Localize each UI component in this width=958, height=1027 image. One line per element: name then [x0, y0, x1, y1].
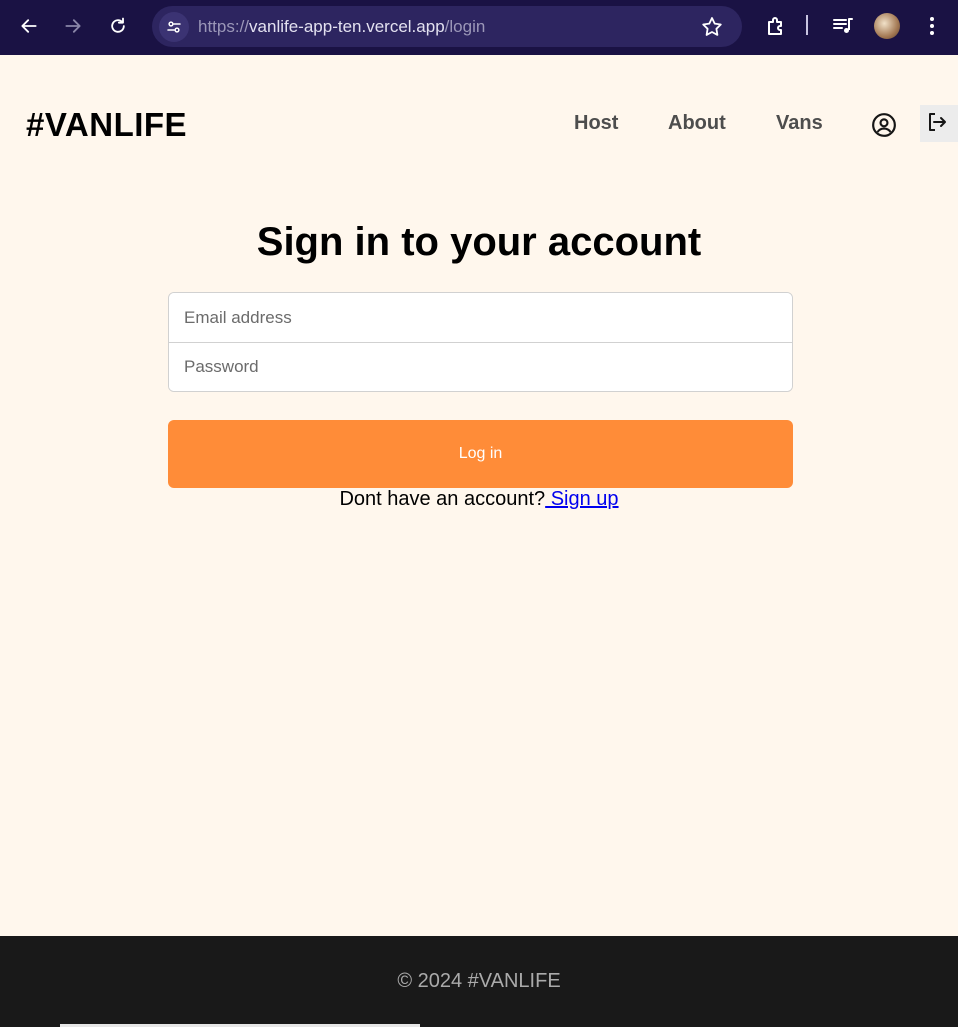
- site-settings-icon[interactable]: [159, 12, 189, 42]
- address-bar[interactable]: https://vanlife-app-ten.vercel.app/login: [152, 6, 742, 47]
- footer: © 2024 #VANLIFE: [0, 936, 958, 1027]
- arrow-left-icon: [21, 19, 37, 33]
- logout-icon: [929, 112, 946, 131]
- page-title: Sign in to your account: [256, 220, 702, 264]
- signup-prompt: Dont have an account? Sign up: [0, 488, 958, 511]
- browser-toolbar: https://vanlife-app-ten.vercel.app/login: [0, 0, 958, 55]
- user-account-icon[interactable]: [871, 112, 897, 138]
- nav-link-about[interactable]: About: [668, 112, 726, 135]
- reload-button[interactable]: [104, 12, 132, 40]
- nav-link-vans[interactable]: Vans: [776, 112, 823, 135]
- more-menu-icon[interactable]: [920, 14, 944, 38]
- signup-prompt-text: Dont have an account?: [339, 488, 546, 510]
- arrow-right-icon: [65, 19, 81, 33]
- site-logo[interactable]: #VANLIFE: [26, 106, 187, 144]
- password-field[interactable]: [169, 342, 792, 391]
- footer-copyright: © 2024 #VANLIFE: [397, 970, 561, 992]
- login-form: [168, 292, 793, 392]
- page-content: #VANLIFE Host About Vans Sign in to your…: [0, 55, 958, 936]
- forward-button[interactable]: [59, 12, 87, 40]
- back-button[interactable]: [15, 12, 43, 40]
- login-button[interactable]: Log in: [168, 420, 793, 488]
- url-text: https://vanlife-app-ten.vercel.app/login: [198, 17, 486, 36]
- logout-button[interactable]: [920, 105, 958, 142]
- nav-link-host[interactable]: Host: [574, 112, 618, 135]
- email-field[interactable]: [169, 293, 792, 342]
- bookmark-star-icon[interactable]: [700, 15, 724, 39]
- reload-icon: [111, 17, 125, 33]
- signup-link[interactable]: Sign up: [545, 488, 619, 510]
- media-queue-icon[interactable]: [831, 14, 855, 38]
- profile-avatar[interactable]: [874, 13, 900, 39]
- toolbar-divider: [806, 15, 808, 35]
- extensions-icon[interactable]: [764, 14, 788, 38]
